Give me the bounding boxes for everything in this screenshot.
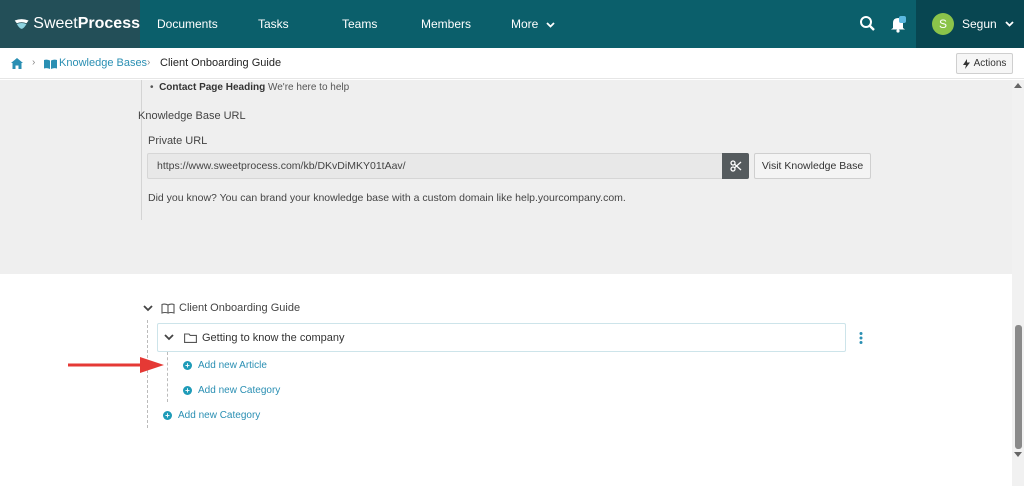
scroll-up-arrow-icon[interactable] <box>1014 83 1022 88</box>
actions-button-label: Actions <box>973 58 1007 69</box>
add-new-category-label: Add new Category <box>178 410 261 421</box>
custom-domain-tip: Did you know? You can brand your knowled… <box>148 192 626 204</box>
chevron-down-icon[interactable] <box>143 304 153 312</box>
kebab-menu-icon[interactable] <box>857 331 865 345</box>
avatar: S <box>932 13 954 35</box>
plus-circle-icon: + <box>183 386 192 395</box>
scroll-down-arrow-icon[interactable] <box>1014 452 1022 457</box>
chevron-down-icon <box>1005 21 1014 27</box>
plus-circle-icon: + <box>163 411 172 420</box>
kb-settings-panel: • Contact Page Heading We're here to hel… <box>0 80 1012 274</box>
add-new-subcategory-label: Add new Category <box>198 385 281 396</box>
private-url-label: Private URL <box>148 135 208 147</box>
breadcrumb-separator: › <box>32 57 36 68</box>
scrollbar-thumb[interactable] <box>1015 325 1022 449</box>
chevron-down-icon[interactable] <box>164 334 174 341</box>
contact-heading-value: We're here to help <box>267 82 350 93</box>
search-icon[interactable] <box>858 14 878 34</box>
nav-members[interactable]: Members <box>421 0 471 48</box>
sweetprocess-logo[interactable]: Sweet Process <box>0 0 140 48</box>
add-new-subcategory-link[interactable]: + Add new Category <box>183 385 280 396</box>
add-new-article-label: Add new Article <box>198 360 267 371</box>
bolt-icon <box>962 58 970 69</box>
add-new-article-link[interactable]: + Add new Article <box>183 360 267 371</box>
add-new-category-link[interactable]: + Add new Category <box>163 410 260 421</box>
tree-root: Client Onboarding Guide <box>143 302 300 314</box>
copy-url-button[interactable] <box>722 153 749 179</box>
home-icon[interactable] <box>11 58 23 69</box>
logo-text-sweet: Sweet <box>33 15 78 32</box>
kb-url-heading: Knowledge Base URL <box>138 110 246 122</box>
breadcrumb-separator: › <box>147 57 151 68</box>
logo-icon <box>14 19 29 29</box>
visit-knowledge-base-button[interactable]: Visit Knowledge Base <box>754 153 871 179</box>
red-arrow-annotation-icon <box>68 357 164 373</box>
breadcrumb-knowledge-bases[interactable]: Knowledge Bases <box>59 57 147 69</box>
nav-documents[interactable]: Documents <box>157 0 218 48</box>
contact-heading-label: Contact Page Heading <box>159 82 266 93</box>
category-item[interactable]: Getting to know the company <box>157 323 846 352</box>
private-url-field[interactable] <box>147 153 723 179</box>
chevron-down-icon <box>546 22 555 28</box>
nav-more[interactable]: More <box>511 0 555 48</box>
nav-tasks[interactable]: Tasks <box>258 0 289 48</box>
breadcrumb: › Knowledge Bases › Client Onboarding Gu… <box>0 48 1024 79</box>
tree-guide-line <box>147 320 148 428</box>
nav-more-label: More <box>511 17 539 31</box>
top-navigation: Sweet Process Documents Tasks Teams Membe… <box>0 0 1024 48</box>
category-label: Getting to know the company <box>202 331 345 344</box>
scissors-icon <box>729 160 741 172</box>
folder-icon <box>184 332 197 343</box>
bullet: • <box>150 82 160 93</box>
tree-guide-line <box>167 352 168 402</box>
book-icon <box>161 303 175 314</box>
user-name: Segun <box>962 17 997 31</box>
actions-button[interactable]: Actions <box>956 53 1013 74</box>
contact-heading-item: • Contact Page Heading We're here to hel… <box>150 82 349 93</box>
breadcrumb-current: Client Onboarding Guide <box>160 57 282 69</box>
plus-circle-icon: + <box>183 361 192 370</box>
book-open-icon <box>44 59 57 69</box>
indent-line <box>141 80 142 220</box>
tree-root-label[interactable]: Client Onboarding Guide <box>179 302 300 314</box>
logo-text-process: Process <box>77 15 140 32</box>
nav-teams[interactable]: Teams <box>342 0 377 48</box>
notification-badge <box>899 16 906 23</box>
user-menu[interactable]: S Segun <box>916 0 1024 48</box>
